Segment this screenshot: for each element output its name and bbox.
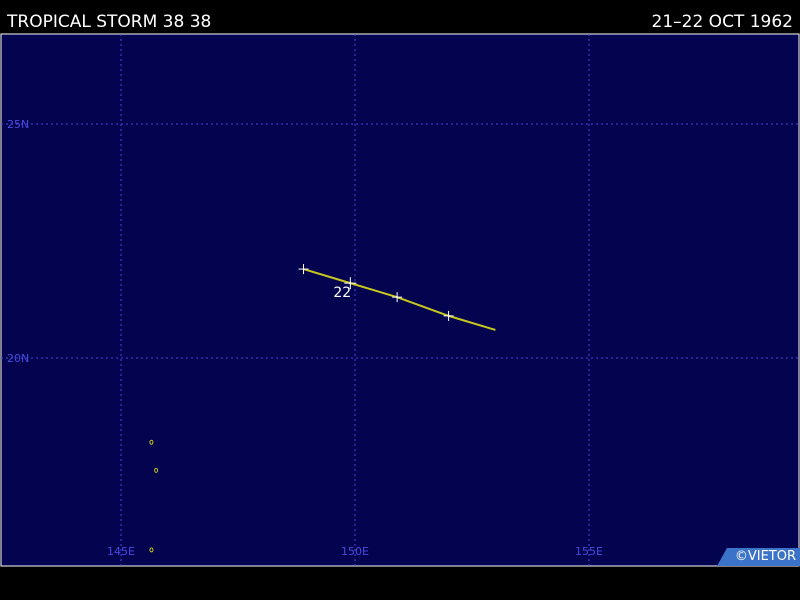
map-panel[interactable]: 145E 150E 155E 25N 20N 22 [0, 33, 800, 567]
map-canvas[interactable]: 145E 150E 155E 25N 20N 22 [0, 33, 800, 567]
storm-title: TROPICAL STORM 38 38 [7, 12, 212, 32]
latitude-label: 25N [7, 118, 29, 131]
storm-date-range: 21–22 OCT 1962 [651, 12, 793, 32]
storm-track-map-window: TROPICAL STORM 38 38 21–22 OCT 1962 145E… [0, 0, 800, 600]
longitude-label: 155E [575, 545, 603, 558]
longitude-label: 145E [107, 545, 135, 558]
longitude-label: 150E [341, 545, 369, 558]
latitude-label: 20N [7, 352, 29, 365]
vietor-credit: ©VIETOR [717, 548, 800, 566]
track-date-label: 22 [333, 285, 351, 301]
